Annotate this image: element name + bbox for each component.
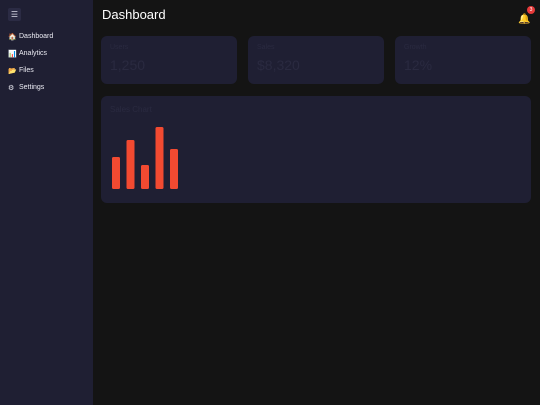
stat-label: Growth — [404, 44, 427, 51]
chart-bar — [126, 140, 135, 189]
gear-icon: ⚙ — [8, 84, 15, 92]
stat-card-growth: Growth 12% — [395, 36, 531, 84]
sidebar-item-label: Dashboard — [19, 33, 54, 40]
sidebar: ☰ 🏠 Dashboard 📊 Analytics 📂 Files ⚙ Sett… — [0, 0, 93, 405]
sidebar-item-files[interactable]: 📂 Files — [8, 62, 53, 79]
hamburger-icon: ☰ — [10, 10, 19, 19]
stat-label: Sales — [257, 44, 275, 51]
sidebar-item-dashboard[interactable]: 🏠 Dashboard — [8, 28, 53, 45]
stat-card-users: Users 1,250 — [101, 36, 237, 84]
bar-chart-icon: 📊 — [8, 50, 17, 58]
folder-icon: 📂 — [8, 67, 17, 75]
bar-chart — [112, 127, 178, 189]
stat-label: Users — [110, 44, 129, 51]
chart-card: Sales Chart — [101, 96, 531, 203]
hamburger-menu-button[interactable]: ☰ — [8, 8, 21, 21]
sidebar-item-label: Settings — [19, 84, 45, 91]
bell-icon: 🔔 — [518, 14, 531, 25]
page-title: Dashboard — [102, 7, 166, 22]
sidebar-item-label: Analytics — [19, 50, 48, 57]
sidebar-item-settings[interactable]: ⚙ Settings — [8, 79, 53, 96]
stat-value: 12% — [404, 57, 433, 73]
sidebar-nav: 🏠 Dashboard 📊 Analytics 📂 Files ⚙ Settin… — [8, 28, 53, 96]
chart-bar — [112, 157, 120, 189]
chart-bar — [155, 127, 164, 189]
chart-bar — [170, 149, 178, 189]
sidebar-item-analytics[interactable]: 📊 Analytics — [8, 45, 53, 62]
notifications-button[interactable]: 🔔 3 — [518, 6, 535, 25]
stat-card-sales: Sales $8,320 — [248, 36, 384, 84]
stat-value: 1,250 — [110, 57, 146, 73]
chart-bar — [141, 165, 149, 189]
home-icon: 🏠 — [8, 33, 17, 41]
notification-badge: 3 — [527, 6, 535, 14]
sidebar-item-label: Files — [19, 67, 34, 74]
stat-value: $8,320 — [257, 57, 300, 73]
